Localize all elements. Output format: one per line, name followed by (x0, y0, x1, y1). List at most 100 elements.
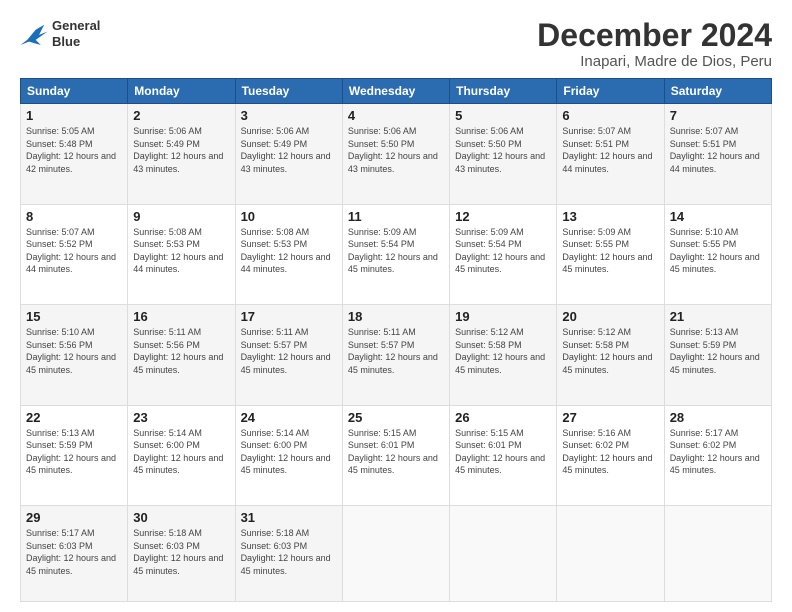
day-info: Sunrise: 5:06 AMSunset: 5:50 PMDaylight:… (455, 126, 545, 174)
day-number: 4 (348, 108, 444, 123)
day-number: 3 (241, 108, 337, 123)
calendar-cell: 18 Sunrise: 5:11 AMSunset: 5:57 PMDaylig… (342, 305, 449, 405)
column-header-tuesday: Tuesday (235, 79, 342, 104)
column-header-thursday: Thursday (450, 79, 557, 104)
day-number: 17 (241, 309, 337, 324)
calendar-cell: 27 Sunrise: 5:16 AMSunset: 6:02 PMDaylig… (557, 405, 664, 505)
calendar-cell: 11 Sunrise: 5:09 AMSunset: 5:54 PMDaylig… (342, 204, 449, 304)
calendar-cell: 30 Sunrise: 5:18 AMSunset: 6:03 PMDaylig… (128, 506, 235, 602)
calendar-cell: 3 Sunrise: 5:06 AMSunset: 5:49 PMDayligh… (235, 104, 342, 204)
calendar-table: SundayMondayTuesdayWednesdayThursdayFrid… (20, 78, 772, 602)
calendar-cell: 2 Sunrise: 5:06 AMSunset: 5:49 PMDayligh… (128, 104, 235, 204)
day-info: Sunrise: 5:13 AMSunset: 5:59 PMDaylight:… (670, 327, 760, 375)
day-number: 12 (455, 209, 551, 224)
header: General Blue December 2024 Inapari, Madr… (20, 18, 772, 70)
day-info: Sunrise: 5:06 AMSunset: 5:50 PMDaylight:… (348, 126, 438, 174)
calendar-cell: 19 Sunrise: 5:12 AMSunset: 5:58 PMDaylig… (450, 305, 557, 405)
title-block: December 2024 Inapari, Madre de Dios, Pe… (537, 18, 772, 70)
column-header-sunday: Sunday (21, 79, 128, 104)
calendar-cell: 23 Sunrise: 5:14 AMSunset: 6:00 PMDaylig… (128, 405, 235, 505)
calendar-cell: 1 Sunrise: 5:05 AMSunset: 5:48 PMDayligh… (21, 104, 128, 204)
day-number: 6 (562, 108, 658, 123)
logo: General Blue (20, 18, 100, 49)
day-number: 29 (26, 510, 122, 525)
calendar-cell: 10 Sunrise: 5:08 AMSunset: 5:53 PMDaylig… (235, 204, 342, 304)
day-number: 18 (348, 309, 444, 324)
calendar-cell: 21 Sunrise: 5:13 AMSunset: 5:59 PMDaylig… (664, 305, 771, 405)
calendar-cell: 9 Sunrise: 5:08 AMSunset: 5:53 PMDayligh… (128, 204, 235, 304)
day-number: 15 (26, 309, 122, 324)
day-number: 22 (26, 410, 122, 425)
day-number: 14 (670, 209, 766, 224)
calendar-cell: 26 Sunrise: 5:15 AMSunset: 6:01 PMDaylig… (450, 405, 557, 505)
day-number: 8 (26, 209, 122, 224)
day-number: 7 (670, 108, 766, 123)
day-info: Sunrise: 5:07 AMSunset: 5:52 PMDaylight:… (26, 227, 116, 275)
day-info: Sunrise: 5:05 AMSunset: 5:48 PMDaylight:… (26, 126, 116, 174)
calendar-cell: 8 Sunrise: 5:07 AMSunset: 5:52 PMDayligh… (21, 204, 128, 304)
main-title: December 2024 (537, 18, 772, 53)
calendar-cell: 4 Sunrise: 5:06 AMSunset: 5:50 PMDayligh… (342, 104, 449, 204)
day-number: 11 (348, 209, 444, 224)
day-info: Sunrise: 5:06 AMSunset: 5:49 PMDaylight:… (241, 126, 331, 174)
day-number: 13 (562, 209, 658, 224)
day-info: Sunrise: 5:11 AMSunset: 5:56 PMDaylight:… (133, 327, 223, 375)
column-header-saturday: Saturday (664, 79, 771, 104)
calendar-cell: 28 Sunrise: 5:17 AMSunset: 6:02 PMDaylig… (664, 405, 771, 505)
day-number: 23 (133, 410, 229, 425)
day-info: Sunrise: 5:09 AMSunset: 5:54 PMDaylight:… (348, 227, 438, 275)
subtitle: Inapari, Madre de Dios, Peru (537, 53, 772, 70)
day-info: Sunrise: 5:18 AMSunset: 6:03 PMDaylight:… (133, 528, 223, 576)
day-info: Sunrise: 5:09 AMSunset: 5:54 PMDaylight:… (455, 227, 545, 275)
logo-text: General Blue (52, 18, 100, 49)
day-number: 28 (670, 410, 766, 425)
calendar-cell (342, 506, 449, 602)
day-info: Sunrise: 5:18 AMSunset: 6:03 PMDaylight:… (241, 528, 331, 576)
day-info: Sunrise: 5:10 AMSunset: 5:55 PMDaylight:… (670, 227, 760, 275)
day-number: 31 (241, 510, 337, 525)
day-number: 24 (241, 410, 337, 425)
day-info: Sunrise: 5:07 AMSunset: 5:51 PMDaylight:… (670, 126, 760, 174)
day-number: 5 (455, 108, 551, 123)
day-info: Sunrise: 5:08 AMSunset: 5:53 PMDaylight:… (241, 227, 331, 275)
calendar-cell: 22 Sunrise: 5:13 AMSunset: 5:59 PMDaylig… (21, 405, 128, 505)
day-info: Sunrise: 5:16 AMSunset: 6:02 PMDaylight:… (562, 428, 652, 476)
day-info: Sunrise: 5:06 AMSunset: 5:49 PMDaylight:… (133, 126, 223, 174)
calendar-cell: 13 Sunrise: 5:09 AMSunset: 5:55 PMDaylig… (557, 204, 664, 304)
calendar-cell: 25 Sunrise: 5:15 AMSunset: 6:01 PMDaylig… (342, 405, 449, 505)
day-info: Sunrise: 5:12 AMSunset: 5:58 PMDaylight:… (455, 327, 545, 375)
day-number: 27 (562, 410, 658, 425)
calendar-cell: 12 Sunrise: 5:09 AMSunset: 5:54 PMDaylig… (450, 204, 557, 304)
day-number: 25 (348, 410, 444, 425)
page: General Blue December 2024 Inapari, Madr… (0, 0, 792, 612)
day-info: Sunrise: 5:12 AMSunset: 5:58 PMDaylight:… (562, 327, 652, 375)
calendar-cell (450, 506, 557, 602)
day-number: 10 (241, 209, 337, 224)
day-info: Sunrise: 5:11 AMSunset: 5:57 PMDaylight:… (348, 327, 438, 375)
calendar-cell (557, 506, 664, 602)
calendar-cell: 7 Sunrise: 5:07 AMSunset: 5:51 PMDayligh… (664, 104, 771, 204)
calendar-cell: 31 Sunrise: 5:18 AMSunset: 6:03 PMDaylig… (235, 506, 342, 602)
day-number: 21 (670, 309, 766, 324)
column-header-wednesday: Wednesday (342, 79, 449, 104)
logo-icon (20, 23, 48, 45)
day-info: Sunrise: 5:15 AMSunset: 6:01 PMDaylight:… (348, 428, 438, 476)
calendar-cell (664, 506, 771, 602)
calendar-cell: 14 Sunrise: 5:10 AMSunset: 5:55 PMDaylig… (664, 204, 771, 304)
day-info: Sunrise: 5:17 AMSunset: 6:02 PMDaylight:… (670, 428, 760, 476)
day-info: Sunrise: 5:08 AMSunset: 5:53 PMDaylight:… (133, 227, 223, 275)
day-number: 2 (133, 108, 229, 123)
day-number: 26 (455, 410, 551, 425)
day-number: 30 (133, 510, 229, 525)
day-info: Sunrise: 5:17 AMSunset: 6:03 PMDaylight:… (26, 528, 116, 576)
calendar-cell: 20 Sunrise: 5:12 AMSunset: 5:58 PMDaylig… (557, 305, 664, 405)
day-number: 19 (455, 309, 551, 324)
calendar-cell: 5 Sunrise: 5:06 AMSunset: 5:50 PMDayligh… (450, 104, 557, 204)
day-info: Sunrise: 5:11 AMSunset: 5:57 PMDaylight:… (241, 327, 331, 375)
calendar-cell: 6 Sunrise: 5:07 AMSunset: 5:51 PMDayligh… (557, 104, 664, 204)
day-info: Sunrise: 5:14 AMSunset: 6:00 PMDaylight:… (133, 428, 223, 476)
day-number: 16 (133, 309, 229, 324)
calendar-cell: 24 Sunrise: 5:14 AMSunset: 6:00 PMDaylig… (235, 405, 342, 505)
calendar-cell: 16 Sunrise: 5:11 AMSunset: 5:56 PMDaylig… (128, 305, 235, 405)
calendar-cell: 17 Sunrise: 5:11 AMSunset: 5:57 PMDaylig… (235, 305, 342, 405)
